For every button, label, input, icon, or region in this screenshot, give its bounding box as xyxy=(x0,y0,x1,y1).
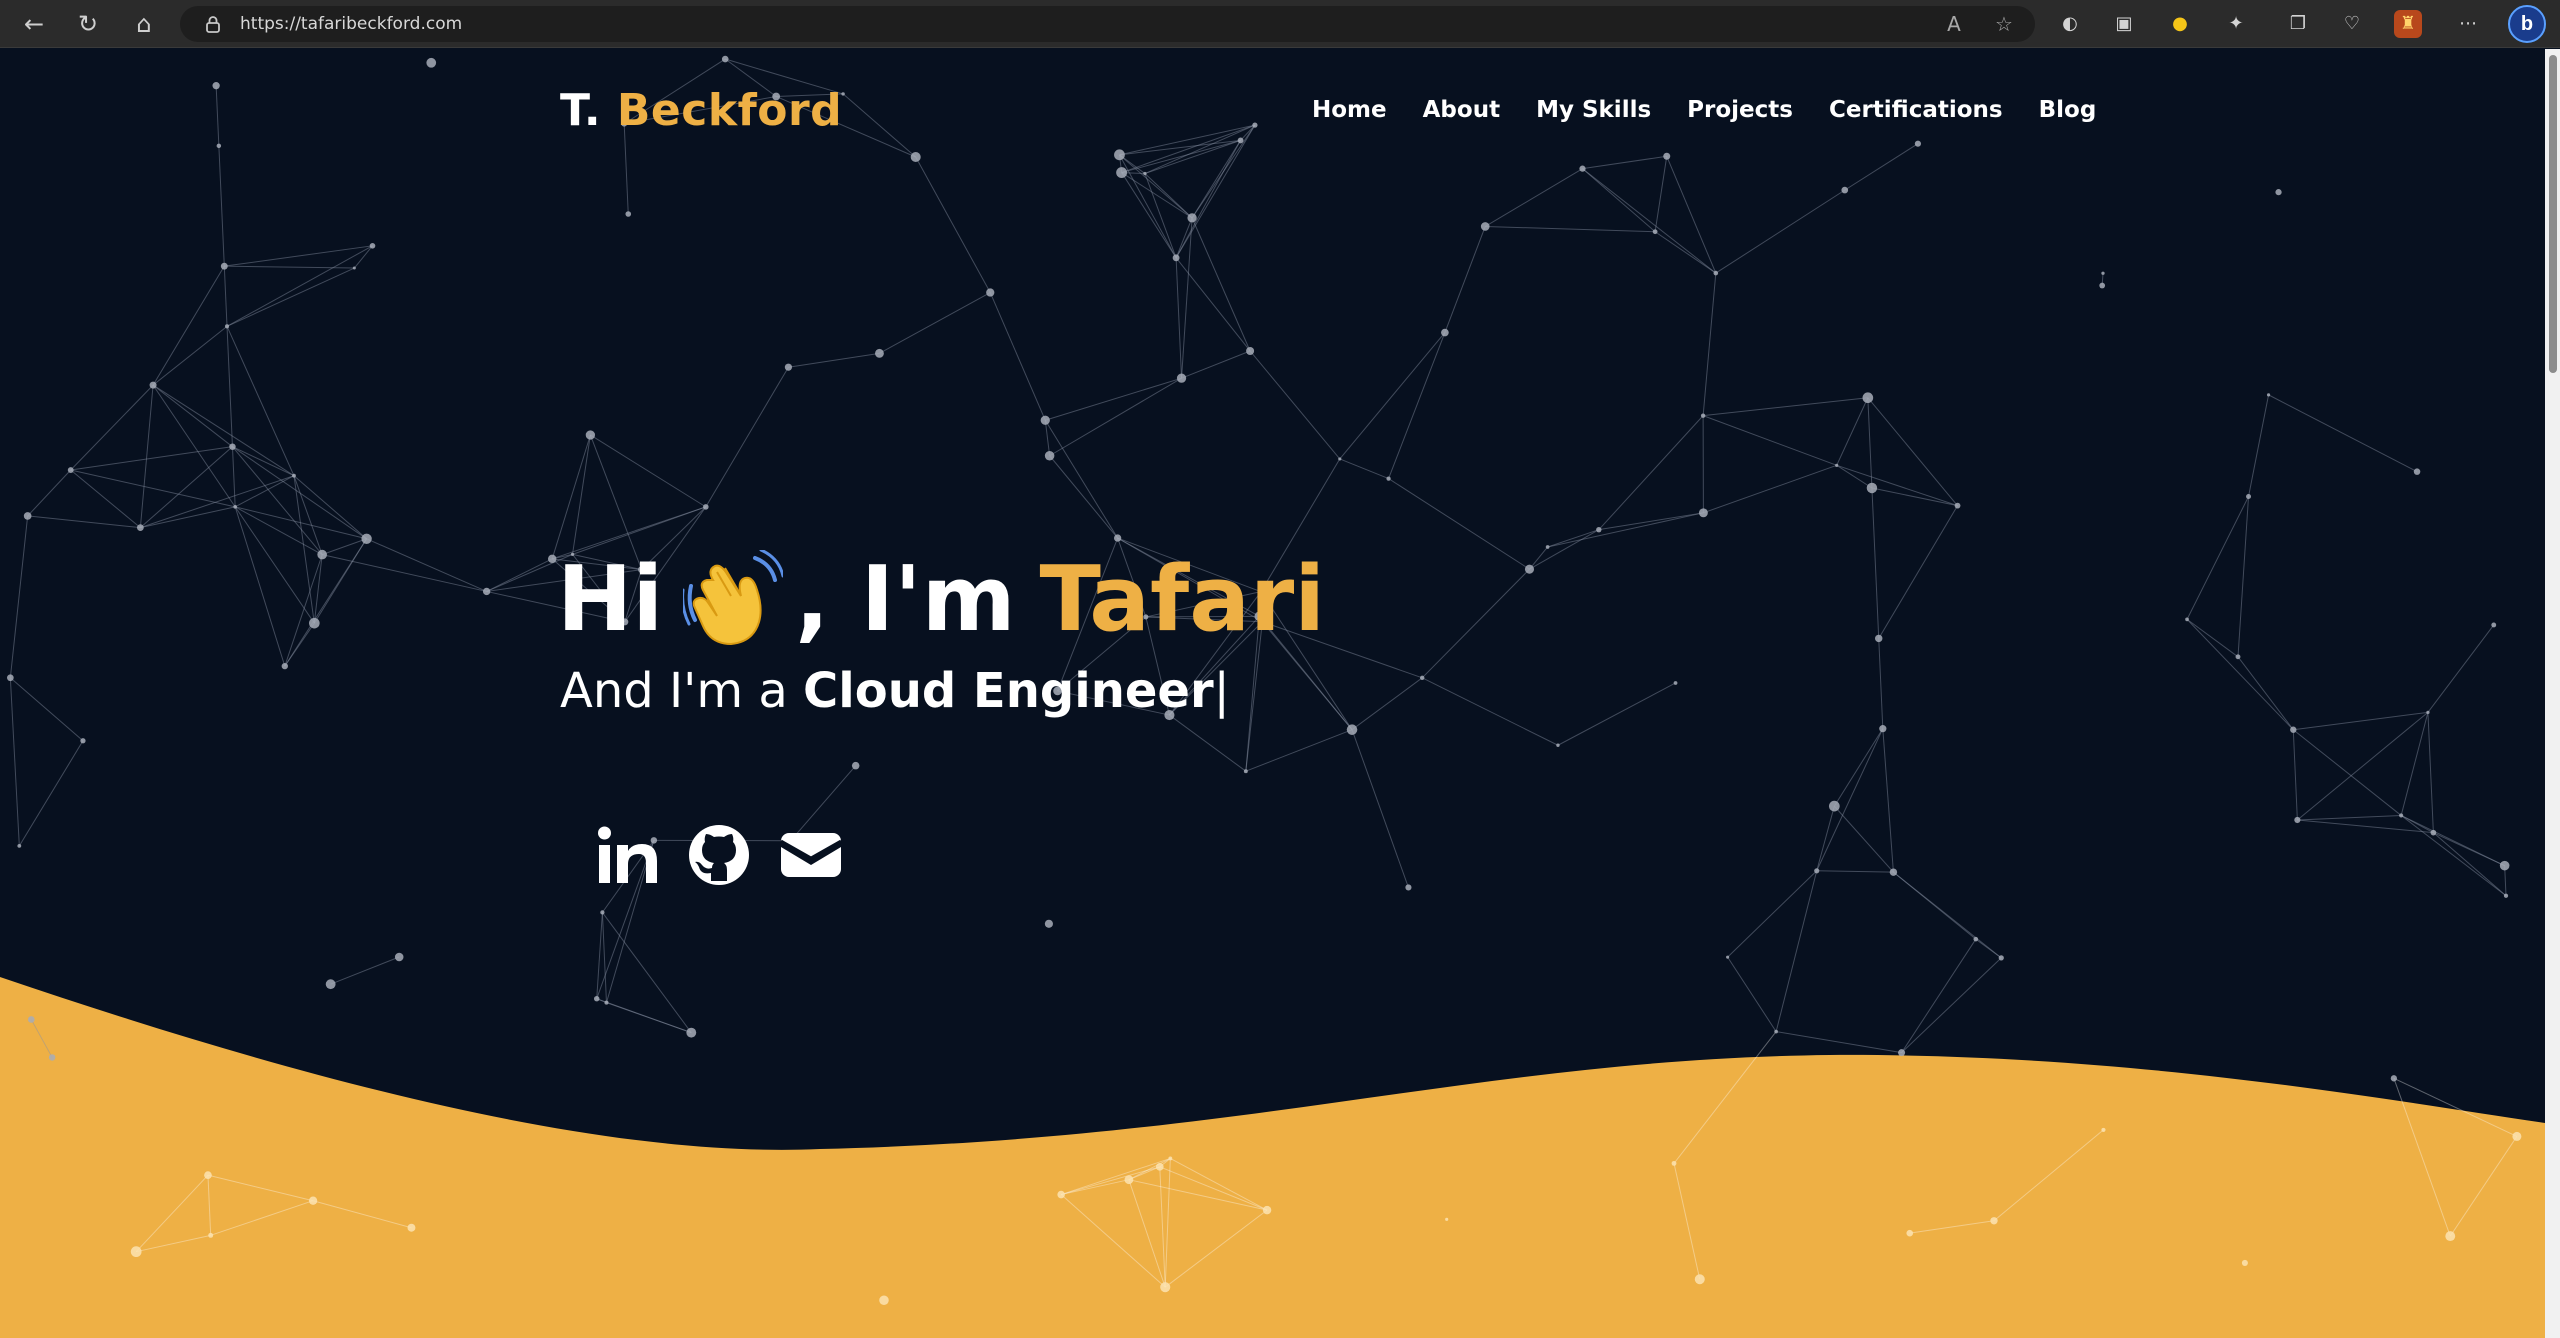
nav-projects[interactable]: Projects xyxy=(1687,97,1793,123)
web-page: T. Beckford Home About My Skills Project… xyxy=(0,49,2560,1338)
back-arrow-icon[interactable]: ← xyxy=(18,8,50,40)
refresh-icon[interactable]: ↻ xyxy=(72,8,104,40)
nav-certifications[interactable]: Certifications xyxy=(1829,97,2003,123)
brand-first: T. xyxy=(560,85,602,136)
subtitle-prefix: And I'm a xyxy=(560,663,788,719)
browser-essentials-icon[interactable]: ♡ xyxy=(2338,10,2366,38)
browser-toolbar: ← ↻ ⌂ https://tafaribeckford.com A ☆ ◐ ▣… xyxy=(0,0,2560,48)
nav-blog[interactable]: Blog xyxy=(2039,97,2097,123)
scrollbar-thumb[interactable] xyxy=(2549,55,2557,373)
favorite-star-icon[interactable]: ☆ xyxy=(1992,12,2016,36)
bing-icon[interactable]: b xyxy=(2508,5,2546,43)
email-icon[interactable] xyxy=(779,823,843,887)
hero-subtitle: And I'm a Cloud Engineer| xyxy=(560,663,1230,719)
extension-b-icon[interactable]: ▣ xyxy=(2110,10,2138,38)
main-nav: Home About My Skills Projects Certificat… xyxy=(1312,97,2096,123)
home-icon[interactable]: ⌂ xyxy=(128,8,160,40)
hero-name: Tafari xyxy=(1039,547,1326,652)
read-aloud-icon[interactable]: A xyxy=(1942,12,1966,36)
nav-home[interactable]: Home xyxy=(1312,97,1387,123)
more-icon[interactable]: ⋯ xyxy=(2454,10,2482,38)
social-links xyxy=(595,823,843,887)
extensions-puzzle-icon[interactable]: ✦ xyxy=(2222,10,2250,38)
hero-wave xyxy=(0,977,2545,1338)
extension-c-icon[interactable]: ● xyxy=(2166,10,2194,38)
brand-last: Beckford xyxy=(616,85,843,136)
hero-greeting: Hi xyxy=(557,547,664,652)
waving-hand-icon xyxy=(683,549,784,645)
github-icon[interactable] xyxy=(687,823,751,887)
nav-my-skills[interactable]: My Skills xyxy=(1536,97,1651,123)
collections-icon[interactable]: ❐ xyxy=(2284,10,2312,38)
typed-role: Cloud Engineer xyxy=(803,663,1214,719)
typing-cursor: | xyxy=(1213,663,1230,719)
hero-connector: , I'm xyxy=(795,547,1016,652)
extension-a-icon[interactable]: ◐ xyxy=(2056,10,2084,38)
hero-title: Hi , I'm Tafari xyxy=(557,547,1325,652)
url-text[interactable]: https://tafaribeckford.com xyxy=(240,6,462,42)
profile-extension-icon[interactable]: ♜ xyxy=(2394,10,2422,38)
linkedin-icon[interactable] xyxy=(595,823,659,887)
network-background xyxy=(0,55,2545,1338)
nav-about[interactable]: About xyxy=(1423,97,1500,123)
lock-icon xyxy=(206,16,220,33)
site-logo[interactable]: T. Beckford xyxy=(560,85,842,136)
address-bar[interactable]: https://tafaribeckford.com A ☆ xyxy=(180,6,2035,42)
